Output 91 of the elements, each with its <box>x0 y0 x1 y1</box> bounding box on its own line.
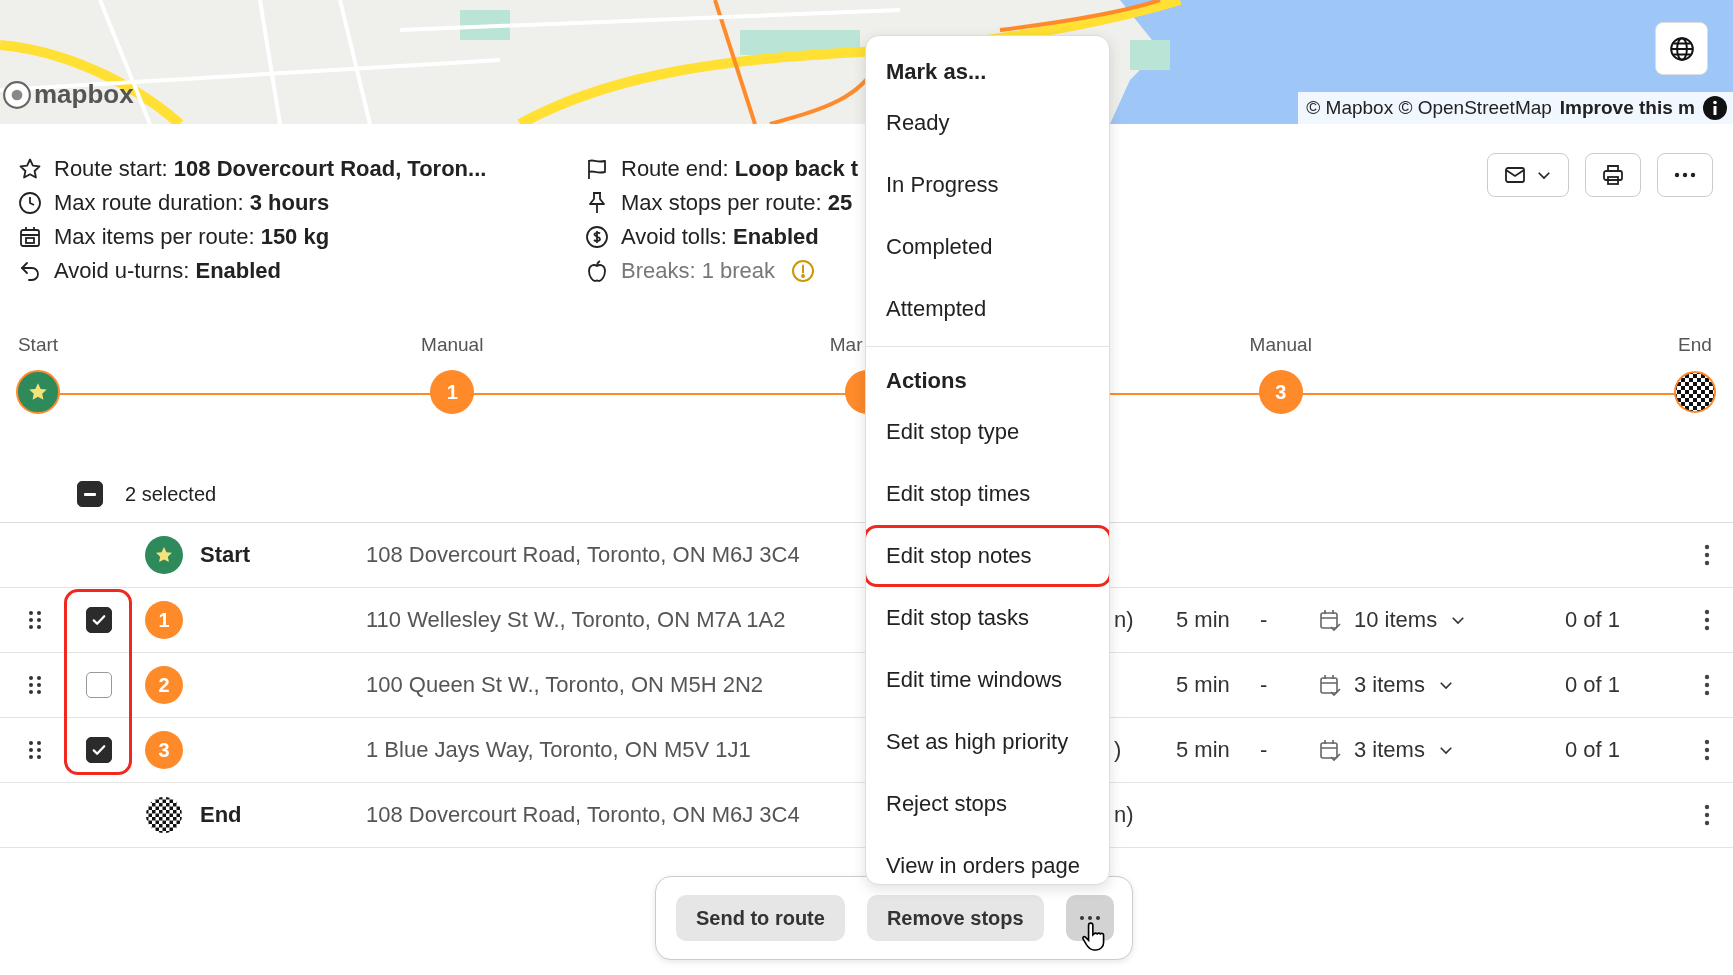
dollar-coin-icon <box>585 225 609 249</box>
address-text: 110 Wellesley St W., Toronto, ON M7A 1A2 <box>366 607 786 633</box>
info-text: Max route duration: 3 hours <box>54 190 330 216</box>
info-text: Route end: Loop back t <box>621 156 859 182</box>
kebab-menu-icon[interactable] <box>1703 609 1710 631</box>
action-button[interactable]: Remove stops <box>866 895 1044 941</box>
timeline-label: Mar <box>829 333 863 357</box>
menu-item[interactable]: Edit stop tasks <box>866 587 1109 649</box>
info-text: Max items per route: 150 kg <box>54 224 330 250</box>
clock-icon <box>18 191 42 215</box>
more-icon <box>1673 171 1697 179</box>
progress-text: 0 of 1 <box>1565 607 1621 633</box>
kebab-menu-icon[interactable] <box>1703 804 1710 826</box>
more-icon <box>1078 915 1101 921</box>
menu-item[interactable]: Edit stop times <box>866 463 1109 525</box>
menu-heading: Actions <box>885 367 968 395</box>
duration-text: 5 min <box>1176 607 1230 633</box>
table-cell: n) <box>1114 802 1134 828</box>
table-cell: n) <box>1114 607 1134 633</box>
table-cell: - <box>1260 737 1268 763</box>
flag-icon <box>585 157 609 181</box>
u-turn-arrow-icon <box>18 259 42 283</box>
box-icon <box>18 225 42 249</box>
warning-icon <box>791 259 816 283</box>
menu-item[interactable]: Ready <box>866 92 1109 154</box>
stop-marker: 2 <box>145 666 183 704</box>
menu-item[interactable]: Completed <box>866 216 1109 278</box>
info-text: Route start: 108 Dovercourt Road, Toron... <box>54 156 487 182</box>
print-button[interactable] <box>1585 153 1641 197</box>
timeline-label: Manual <box>421 333 484 357</box>
info-text: Avoid tolls: Enabled <box>621 224 819 250</box>
info-text: Breaks: 1 break <box>621 258 776 284</box>
info-text: Max stops per route: 25 <box>621 190 853 216</box>
attribution-text: © Mapbox © OpenStreetMap <box>1306 97 1552 119</box>
address-text: 1 Blue Jays Way, Toronto, ON M5V 1J1 <box>366 737 751 763</box>
mapbox-logo-text: mapbox <box>34 79 134 110</box>
menu-item[interactable]: In Progress <box>866 154 1109 216</box>
drag-handle-icon[interactable] <box>28 610 42 630</box>
row-checkbox[interactable] <box>86 672 112 698</box>
star-icon <box>18 157 42 181</box>
select-all-checkbox[interactable] <box>77 481 103 507</box>
action-button[interactable]: Send to route <box>676 895 845 941</box>
address-text: 108 Dovercourt Road, Toronto, ON M6J 3C4 <box>366 802 800 828</box>
table-cell: ) <box>1114 737 1122 763</box>
timeline-label: Start <box>17 333 59 357</box>
printer-icon <box>1601 163 1625 187</box>
stop-name: End <box>200 802 242 828</box>
progress-text: 0 of 1 <box>1565 672 1621 698</box>
stop-name: Start <box>200 542 251 568</box>
info-text: Avoid u-turns: Enabled <box>54 258 282 284</box>
kebab-menu-icon[interactable] <box>1703 544 1710 566</box>
selection-count: 2 selected <box>125 482 217 506</box>
address-text: 108 Dovercourt Road, Toronto, ON M6J 3C4 <box>366 542 800 568</box>
email-dropdown-button[interactable] <box>1487 153 1569 197</box>
drag-handle-icon[interactable] <box>28 740 42 760</box>
timeline-label: End <box>1678 333 1712 357</box>
improve-map-link[interactable]: Improve this m <box>1559 97 1695 119</box>
menu-item[interactable]: View in orders page <box>866 835 1109 884</box>
stop-marker: 3 <box>1258 370 1303 414</box>
table-cell: - <box>1260 607 1268 633</box>
menu-item[interactable]: Edit stop notes <box>866 525 1109 587</box>
globe-button[interactable] <box>1655 22 1708 75</box>
items-dropdown[interactable]: 10 items <box>1310 607 1468 633</box>
apple-icon <box>585 259 609 283</box>
globe-icon <box>1668 35 1695 62</box>
menu-item[interactable]: Edit stop type <box>866 401 1109 463</box>
star-icon <box>154 545 174 565</box>
menu-item[interactable]: Edit time windows <box>866 649 1109 711</box>
checkered-flag-marker <box>1673 370 1717 414</box>
row-checkbox[interactable] <box>86 737 112 763</box>
menu-item[interactable]: Set as high priority <box>866 711 1109 773</box>
stop-marker: 1 <box>430 370 475 414</box>
menu-item[interactable]: Reject stops <box>866 773 1109 835</box>
menu-heading: Mark as... <box>885 58 988 86</box>
items-dropdown[interactable]: 3 items <box>1310 672 1455 698</box>
info-icon <box>1703 96 1727 120</box>
items-dropdown[interactable]: 3 items <box>1310 737 1455 763</box>
kebab-menu-icon[interactable] <box>1703 739 1710 761</box>
progress-text: 0 of 1 <box>1565 737 1621 763</box>
stop-marker: 3 <box>145 731 183 769</box>
drag-handle-icon[interactable] <box>28 675 42 695</box>
checkered-flag-marker <box>145 796 183 834</box>
timeline-label: Manual <box>1249 333 1312 357</box>
address-text: 100 Queen St W., Toronto, ON M5H 2N2 <box>366 672 763 698</box>
kebab-menu-icon[interactable] <box>1703 674 1710 696</box>
stop-marker: 1 <box>145 601 183 639</box>
row-checkbox[interactable] <box>86 607 112 633</box>
table-cell: - <box>1260 672 1268 698</box>
menu-item[interactable]: Attempted <box>866 278 1109 340</box>
duration-text: 5 min <box>1176 737 1230 763</box>
duration-text: 5 min <box>1176 672 1230 698</box>
